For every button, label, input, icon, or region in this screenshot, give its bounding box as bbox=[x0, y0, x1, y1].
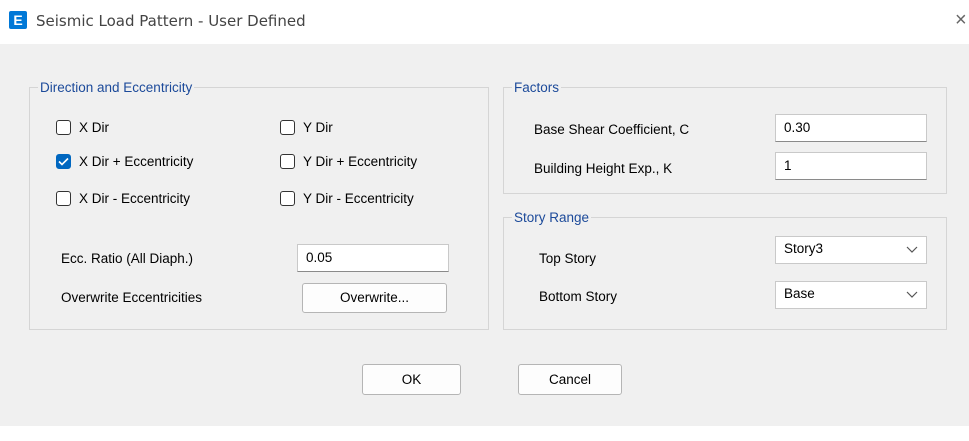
bottom-story-select[interactable]: Base bbox=[775, 281, 927, 309]
x-dir-minus-ecc-checkbox[interactable]: X Dir - Eccentricity bbox=[56, 188, 190, 208]
checkbox-label: Y Dir + Eccentricity bbox=[303, 153, 418, 169]
checkbox-label: X Dir + Eccentricity bbox=[79, 153, 194, 169]
ecc-ratio-label: Ecc. Ratio (All Diaph.) bbox=[61, 251, 194, 266]
checkbox-box[interactable] bbox=[280, 153, 295, 169]
direction-eccentricity-title: Direction and Eccentricity bbox=[40, 80, 193, 95]
top-story-value: Story3 bbox=[784, 241, 824, 256]
base-shear-input[interactable]: 0.30 bbox=[775, 114, 927, 142]
factors-title: Factors bbox=[514, 80, 560, 95]
title-bar: E Seismic Load Pattern - User Defined × bbox=[0, 0, 969, 44]
checkbox-box[interactable] bbox=[56, 119, 71, 135]
overwrite-ecc-label: Overwrite Eccentricities bbox=[61, 290, 203, 305]
height-exp-input[interactable]: 1 bbox=[775, 152, 927, 180]
top-story-select[interactable]: Story3 bbox=[775, 236, 927, 264]
y-dir-checkbox[interactable]: Y Dir bbox=[280, 117, 333, 137]
height-exp-label: Building Height Exp., K bbox=[534, 161, 673, 176]
bottom-strip bbox=[0, 426, 969, 441]
checkbox-box[interactable] bbox=[56, 190, 71, 206]
y-dir-minus-ecc-checkbox[interactable]: Y Dir - Eccentricity bbox=[280, 188, 414, 208]
base-shear-label: Base Shear Coefficient, C bbox=[534, 122, 690, 137]
close-icon[interactable]: × bbox=[955, 8, 969, 32]
checkmark-icon bbox=[58, 157, 69, 166]
window-title: Seismic Load Pattern - User Defined bbox=[36, 12, 306, 30]
checkbox-label: X Dir - Eccentricity bbox=[79, 190, 191, 206]
story-range-group: Story Range bbox=[503, 210, 947, 330]
top-story-label: Top Story bbox=[539, 251, 597, 266]
checkbox-label: X Dir bbox=[79, 119, 109, 135]
ok-button[interactable]: OK bbox=[362, 364, 461, 395]
chevron-down-icon bbox=[906, 291, 918, 298]
y-dir-plus-ecc-checkbox[interactable]: Y Dir + Eccentricity bbox=[280, 151, 417, 171]
bottom-story-value: Base bbox=[784, 286, 815, 301]
app-logo-icon: E bbox=[9, 11, 27, 29]
x-dir-checkbox[interactable]: X Dir bbox=[56, 117, 109, 137]
chevron-down-icon bbox=[906, 246, 918, 253]
cancel-button[interactable]: Cancel bbox=[518, 364, 622, 395]
checkbox-label: Y Dir - Eccentricity bbox=[303, 190, 414, 206]
x-dir-plus-ecc-checkbox[interactable]: X Dir + Eccentricity bbox=[56, 151, 193, 171]
overwrite-button[interactable]: Overwrite... bbox=[302, 283, 447, 313]
story-range-title: Story Range bbox=[514, 210, 590, 225]
checkbox-label: Y Dir bbox=[303, 119, 333, 135]
checkbox-box[interactable] bbox=[280, 190, 295, 206]
checkbox-box-checked[interactable] bbox=[56, 153, 71, 169]
checkbox-box[interactable] bbox=[280, 119, 295, 135]
ecc-ratio-input[interactable]: 0.05 bbox=[297, 244, 449, 272]
bottom-story-label: Bottom Story bbox=[539, 289, 618, 304]
